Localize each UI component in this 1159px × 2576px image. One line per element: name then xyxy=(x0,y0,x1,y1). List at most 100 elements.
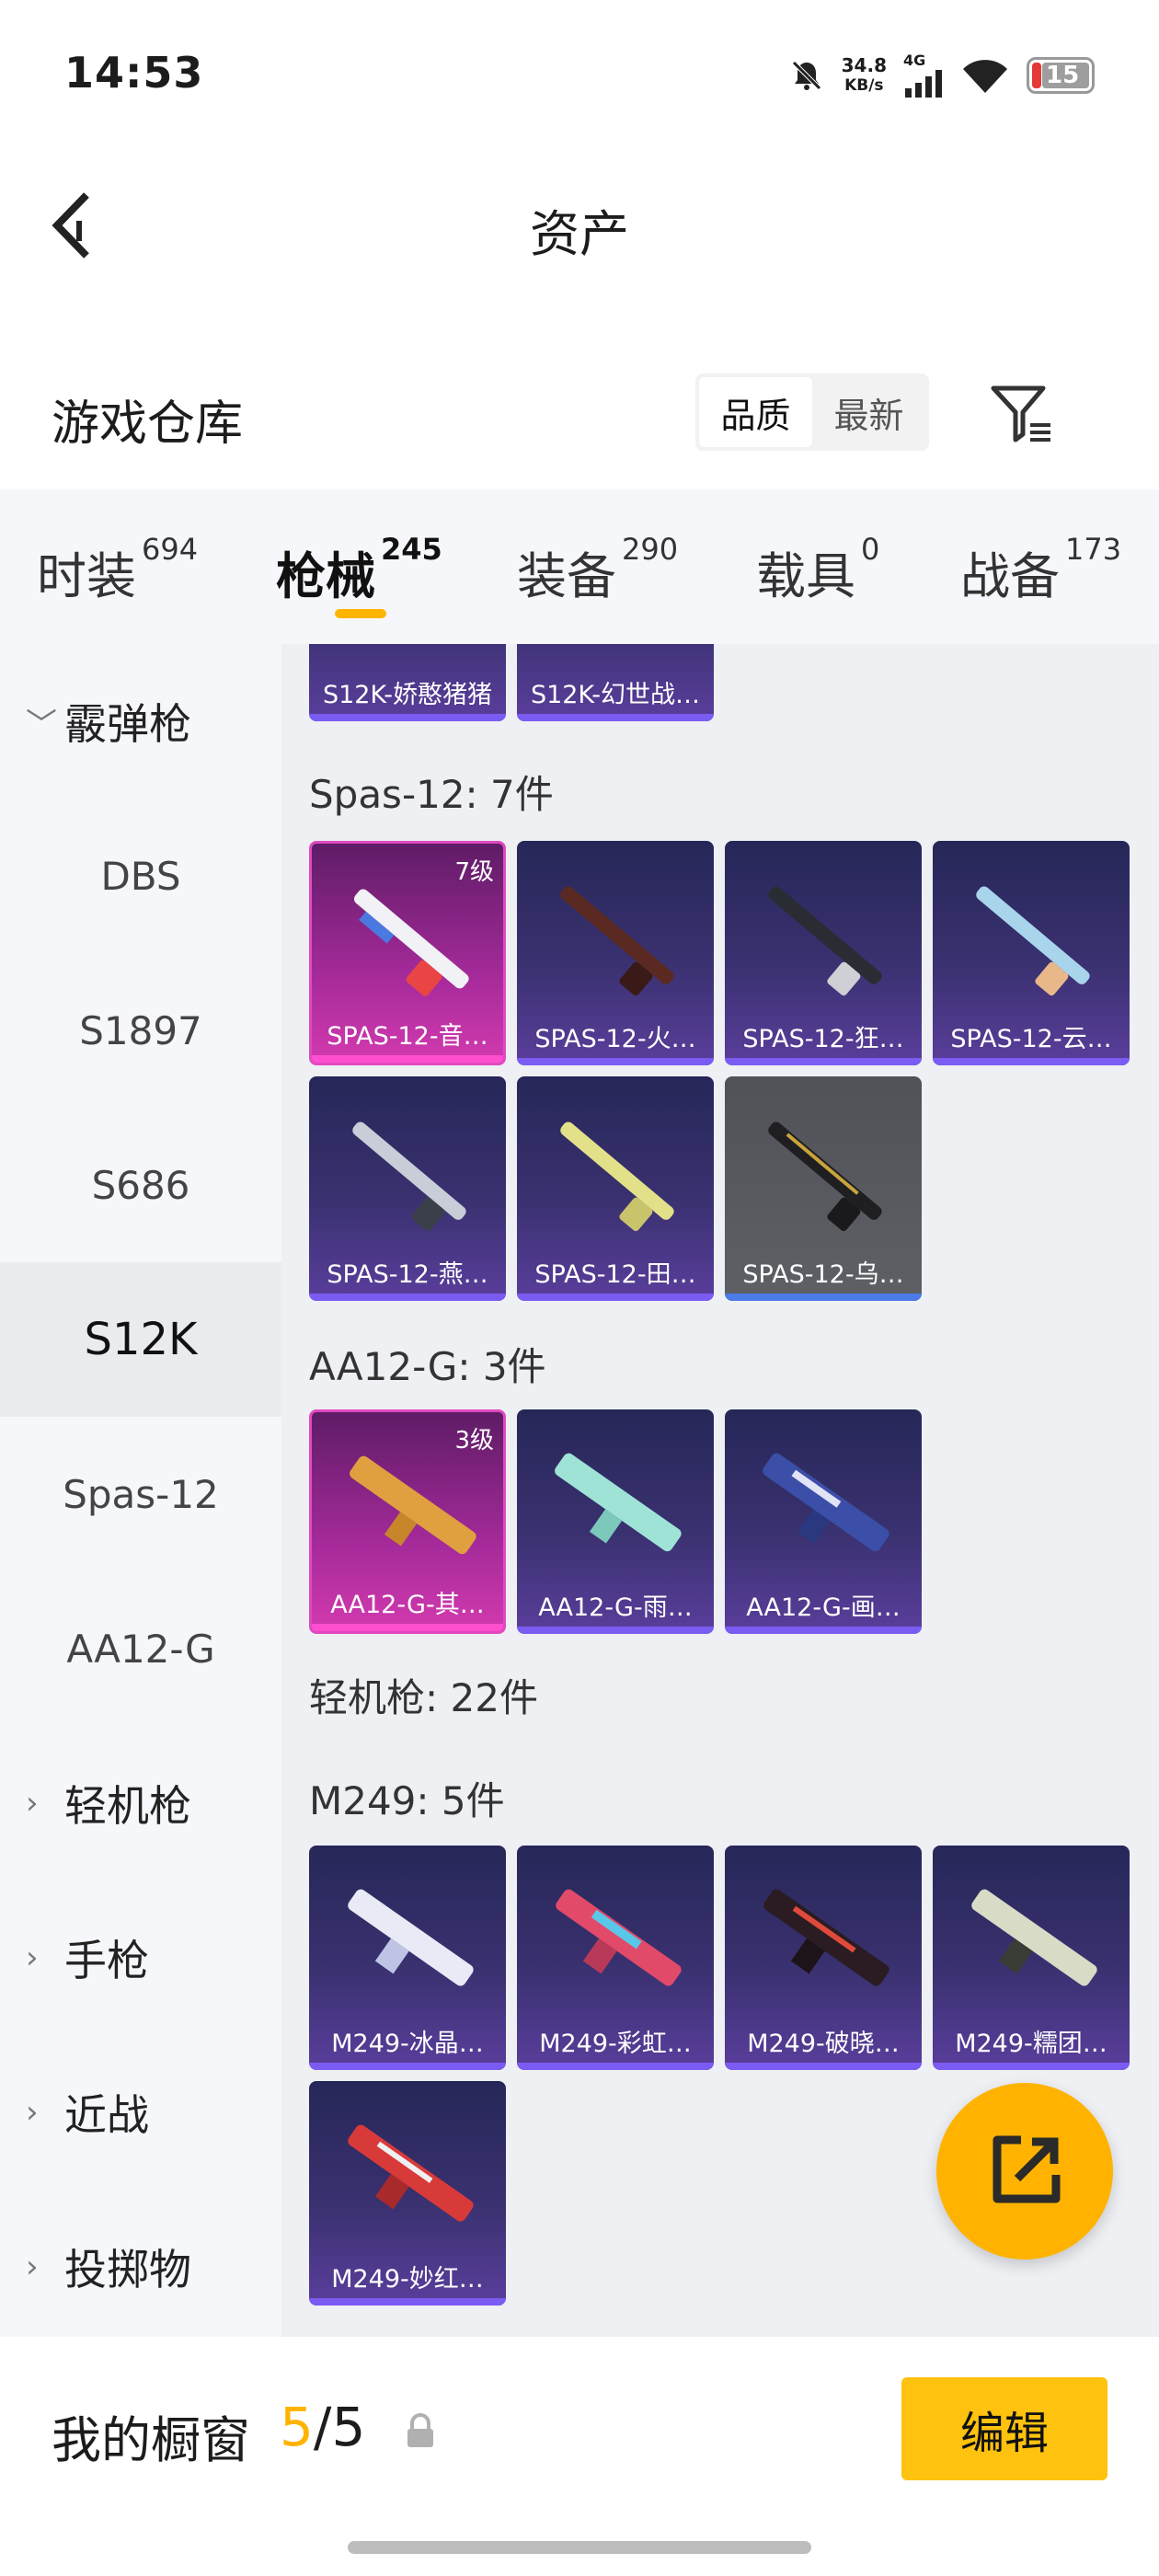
section-title-spas12: Spas-12: 7件 xyxy=(309,772,554,817)
section-title-aa12g: AA12-G: 3件 xyxy=(309,1344,546,1389)
sidebar-item-spas12[interactable]: Spas-12 xyxy=(0,1417,281,1571)
skin-name: M249-冰晶… xyxy=(331,2030,484,2058)
skin-name: AA12-G-画… xyxy=(746,1593,901,1622)
category-tabs: 时装 694 枪械 245 装备 290 载具 0 战备 173 xyxy=(0,489,1159,644)
skin-card[interactable]: M249-彩虹… xyxy=(517,1846,714,2070)
tab-label: 战备 xyxy=(960,547,1060,605)
skin-card[interactable]: M249-糯团… xyxy=(933,1846,1130,2070)
tab-vehicles[interactable]: 载具 0 xyxy=(756,532,880,608)
section-title-m249: M249: 5件 xyxy=(309,1778,505,1823)
sidebar-item-melee[interactable]: › 近战 xyxy=(0,2035,281,2190)
rifle-skin-icon xyxy=(555,1453,682,1552)
chevron-down-icon: ﹀ xyxy=(26,706,57,743)
skin-name: M249-糯团… xyxy=(955,2030,1107,2058)
tab-firearms[interactable]: 枪械 245 xyxy=(276,532,442,608)
skin-name: SPAS-12-狂… xyxy=(742,1025,904,1053)
skin-card[interactable]: S12K-娇憨猪猪 xyxy=(309,644,506,721)
chevron-right-icon: › xyxy=(26,1785,39,1822)
skin-name: S12K-娇憨猪猪 xyxy=(322,681,493,709)
sidebar-item-label: 投掷物 xyxy=(64,2245,191,2294)
sidebar-item-pistol[interactable]: › 手枪 xyxy=(0,1880,281,2035)
tab-costume[interactable]: 时装 694 xyxy=(37,532,199,608)
tab-count: 694 xyxy=(142,532,199,567)
tab-label: 枪械 xyxy=(276,547,375,605)
lmg-skin-icon xyxy=(348,2124,474,2222)
network-type: 4G xyxy=(903,52,926,69)
skin-card[interactable]: SPAS-12-狂… xyxy=(725,841,922,1065)
skin-name: M249-破晓… xyxy=(747,2030,900,2058)
status-time: 14:53 xyxy=(64,48,204,98)
sort-latest-option[interactable]: 最新 xyxy=(812,377,925,447)
skin-card[interactable]: SPAS-12-燕… xyxy=(309,1076,506,1301)
sort-quality-option[interactable]: 品质 xyxy=(699,377,812,447)
showcase-count: 5/5 xyxy=(280,2396,365,2458)
wifi-icon xyxy=(963,60,1007,93)
share-fab[interactable] xyxy=(936,2083,1113,2260)
skin-name: SPAS-12-田… xyxy=(534,1260,696,1289)
sidebar-item-s1897[interactable]: S1897 xyxy=(0,953,281,1108)
skin-card[interactable]: SPAS-12-田… xyxy=(517,1076,714,1301)
skin-card[interactable]: SPAS-12-乌… xyxy=(725,1076,922,1301)
weapon-sidebar: ﹀ 霰弹枪 DBS S1897 S686 S12K Spas-12 AA12-G… xyxy=(0,644,281,2337)
skin-name: SPAS-12-火… xyxy=(534,1025,696,1053)
sidebar-item-dbs[interactable]: DBS xyxy=(0,799,281,953)
skin-card[interactable]: M249-妙红… xyxy=(309,2081,506,2306)
sidebar-item-throwables[interactable]: › 投掷物 xyxy=(0,2190,281,2344)
skin-card[interactable]: M249-破晓… xyxy=(725,1846,922,2070)
skin-card[interactable]: AA12-G-画… xyxy=(725,1409,922,1634)
lmg-skin-icon xyxy=(556,1889,682,1986)
shotgun-skin-icon xyxy=(768,886,882,996)
showcase-label: 我的橱窗 xyxy=(52,2411,250,2469)
sidebar-item-aa12g[interactable]: AA12-G xyxy=(0,1571,281,1726)
tab-label: 时装 xyxy=(37,547,136,605)
network-speed-unit: KB/s xyxy=(844,76,884,95)
tab-equipment[interactable]: 装备 290 xyxy=(517,532,679,608)
skin-name: M249-妙红… xyxy=(331,2265,484,2294)
tab-supplies[interactable]: 战备 173 xyxy=(960,532,1122,608)
lmg-skin-icon xyxy=(348,1889,474,1986)
shotgun-skin-icon xyxy=(353,889,469,996)
section-title-lmg: 轻机枪: 22件 xyxy=(309,1675,538,1720)
skin-card[interactable]: 7级 SPAS-12-音… xyxy=(309,841,506,1065)
showcase-total: /5 xyxy=(313,2396,366,2458)
lock-icon xyxy=(405,2412,436,2449)
sidebar-item-label: 手枪 xyxy=(64,1936,149,1985)
cell-signal: 4G xyxy=(903,53,944,98)
filter-button[interactable] xyxy=(990,383,1054,447)
sidebar-item-s12k[interactable]: S12K xyxy=(0,1262,281,1417)
sidebar-item-label: 轻机枪 xyxy=(64,1781,191,1831)
tab-count: 0 xyxy=(861,532,880,567)
sidebar-item-lmg[interactable]: › 轻机枪 xyxy=(0,1726,281,1880)
tab-count: 290 xyxy=(622,532,679,567)
lmg-skin-icon xyxy=(763,1889,889,1986)
sidebar-item-shotgun[interactable]: ﹀ 霰弹枪 xyxy=(0,644,281,799)
rifle-skin-icon xyxy=(350,1455,476,1555)
mute-bell-icon xyxy=(791,61,821,90)
chevron-right-icon: › xyxy=(26,1939,39,1976)
skin-name: AA12-G-其… xyxy=(330,1591,485,1619)
shotgun-skin-icon xyxy=(352,1121,466,1232)
sidebar-item-s686[interactable]: S686 xyxy=(0,1108,281,1262)
skin-card[interactable]: SPAS-12-火… xyxy=(517,841,714,1065)
tab-label: 装备 xyxy=(517,547,616,605)
skin-card[interactable]: SPAS-12-云… xyxy=(933,841,1130,1065)
shotgun-skin-icon xyxy=(976,886,1090,996)
status-icons: 34.8 KB/s 4G 15 xyxy=(788,48,1095,103)
filter-icon xyxy=(991,385,1050,443)
skin-card[interactable]: AA12-G-雨… xyxy=(517,1409,714,1634)
sidebar-item-label: 霰弹枪 xyxy=(64,699,191,749)
skin-card[interactable]: M249-冰晶… xyxy=(309,1846,506,2070)
chevron-right-icon: › xyxy=(26,2248,39,2285)
active-tab-indicator xyxy=(335,609,386,618)
skin-card[interactable]: 3级 AA12-G-其… xyxy=(309,1409,506,1634)
skin-name: SPAS-12-云… xyxy=(950,1025,1112,1053)
skin-name: SPAS-12-音… xyxy=(327,1022,488,1051)
sort-toggle: 品质 最新 xyxy=(695,374,929,451)
tab-count: 245 xyxy=(381,532,442,567)
home-indicator[interactable] xyxy=(348,2541,811,2554)
edit-button[interactable]: 编辑 xyxy=(901,2377,1107,2480)
tab-count: 173 xyxy=(1065,532,1122,567)
skin-card[interactable]: S12K-幻世战… xyxy=(517,644,714,721)
skin-name: SPAS-12-燕… xyxy=(327,1260,488,1289)
rifle-skin-icon xyxy=(763,1453,889,1552)
